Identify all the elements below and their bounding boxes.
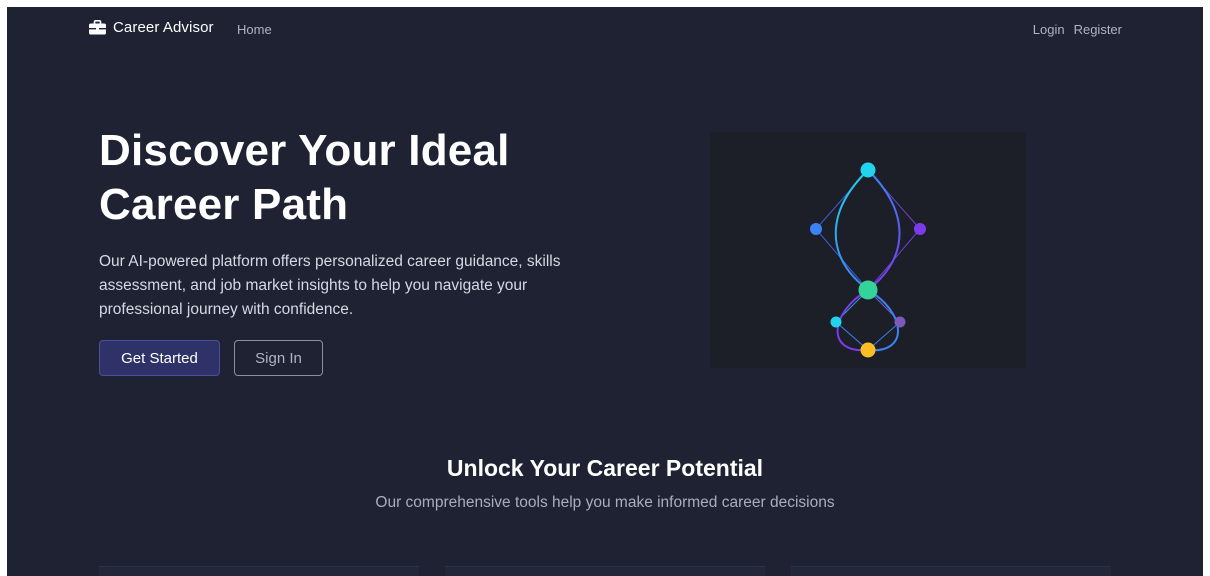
- features-title: Unlock Your Career Potential: [446, 455, 764, 481]
- node-lower-left: [830, 316, 842, 328]
- brand-link[interactable]: Career Advisor: [89, 19, 214, 36]
- app-window: Career Advisor Home Login Register Disco…: [7, 7, 1203, 576]
- career-path-illustration: [710, 132, 1026, 368]
- hero-title: Discover Your Ideal Career Path: [99, 126, 510, 229]
- feature-card: [99, 566, 419, 576]
- auth-links: Login Register: [1033, 22, 1122, 37]
- feature-card: [791, 566, 1111, 576]
- sign-in-button[interactable]: Sign In: [234, 340, 323, 376]
- node-right: [914, 223, 926, 235]
- node-bottom: [860, 342, 876, 358]
- hero-description: Our AI-powered platform offers personali…: [99, 253, 561, 318]
- navbar: Career Advisor Home Login Register: [7, 7, 1203, 51]
- nav-link-login[interactable]: Login: [1033, 22, 1065, 37]
- nav-link-home[interactable]: Home: [237, 22, 272, 37]
- nav-link-register[interactable]: Register: [1074, 22, 1122, 37]
- features-subtitle: Our comprehensive tools help you make in…: [375, 494, 835, 511]
- node-left: [810, 223, 822, 235]
- node-center: [858, 280, 878, 300]
- feature-card: [445, 566, 765, 576]
- node-lower-right: [894, 316, 906, 328]
- node-top: [860, 162, 876, 178]
- brand-name: Career Advisor: [113, 19, 214, 36]
- briefcase-icon: [89, 20, 106, 35]
- get-started-button[interactable]: Get Started: [99, 340, 220, 376]
